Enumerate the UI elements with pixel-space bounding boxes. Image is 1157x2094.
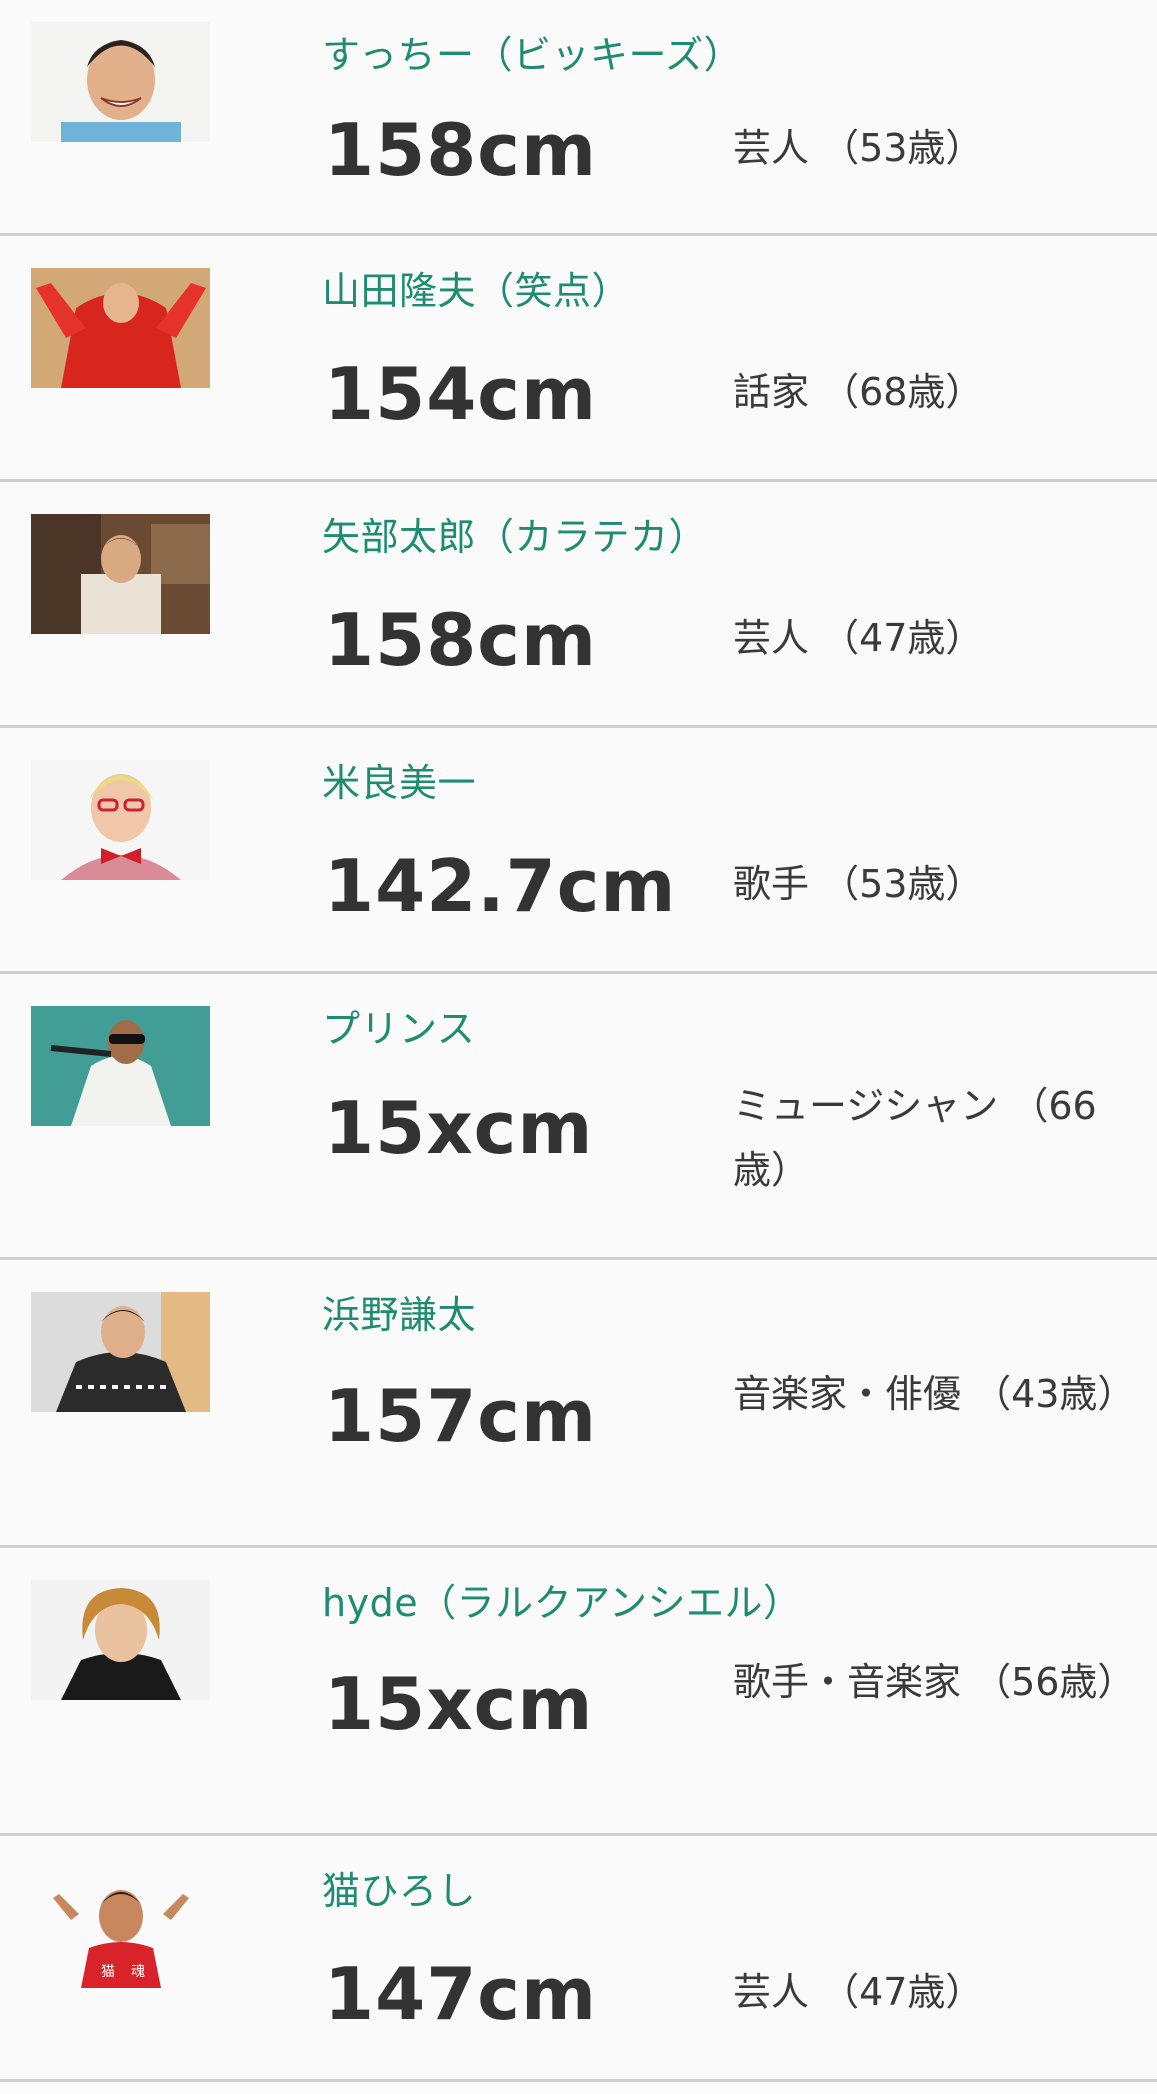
list-item[interactable]: 猫 魂 猫ひろし 147cm 芸人 （47歳） xyxy=(0,1836,1157,2082)
list-item[interactable]: 浜野謙太 157cm 音楽家・俳優 （43歳） xyxy=(0,1260,1157,1548)
occupation-age: 音楽家・俳優 （43歳） xyxy=(733,1372,1136,1416)
height-value: 158cm xyxy=(324,108,597,192)
occupation-age: 歌手 （53歳） xyxy=(733,862,984,906)
thumbnail-image xyxy=(31,1580,210,1700)
list-item[interactable]: hyde（ラルクアンシエル） 15xcm 歌手・音楽家 （56歳） xyxy=(0,1548,1157,1836)
thumbnail-image xyxy=(31,1006,210,1126)
height-value: 154cm xyxy=(324,352,597,436)
thumbnail-image xyxy=(31,760,210,880)
thumbnail-image xyxy=(31,514,210,634)
person-name[interactable]: プリンス xyxy=(322,998,475,1053)
person-name[interactable]: 山田隆夫（笑点） xyxy=(322,260,630,315)
person-name[interactable]: 浜野謙太 xyxy=(322,1284,476,1339)
height-value: 15xcm xyxy=(324,1086,594,1170)
list-item[interactable]: 矢部太郎（カラテカ） 158cm 芸人 （47歳） xyxy=(0,482,1157,728)
person-name[interactable]: 猫ひろし xyxy=(322,1860,476,1915)
list-item[interactable]: 山田隆夫（笑点） 154cm 話家 （68歳） xyxy=(0,236,1157,482)
person-name[interactable]: すっちー（ビッキーズ） xyxy=(322,24,742,79)
svg-text:魂: 魂 xyxy=(131,1964,145,1980)
occupation-age: 芸人 （47歳） xyxy=(733,1970,984,2014)
height-value: 158cm xyxy=(324,598,597,682)
height-value: 15xcm xyxy=(324,1662,594,1746)
thumbnail-image xyxy=(31,22,210,142)
occupation-age: 歌手・音楽家 （56歳） xyxy=(733,1660,1136,1704)
height-value: 142.7cm xyxy=(324,844,677,928)
height-value: 147cm xyxy=(324,1952,597,2036)
list-item[interactable]: 米良美一 142.7cm 歌手 （53歳） xyxy=(0,728,1157,974)
list-item[interactable]: プリンス 15xcm ミュージシャン （66歳） xyxy=(0,974,1157,1260)
svg-text:猫: 猫 xyxy=(101,1964,115,1980)
occupation-age: 芸人 （53歳） xyxy=(733,126,984,170)
thumbnail-image xyxy=(31,268,210,388)
height-value: 157cm xyxy=(324,1374,597,1458)
occupation-age: 芸人 （47歳） xyxy=(733,616,984,660)
occupation-age: ミュージシャン （66歳） xyxy=(733,1084,1097,1192)
person-name[interactable]: 矢部太郎（カラテカ） xyxy=(322,506,707,561)
list-item[interactable]: すっちー（ビッキーズ） 158cm 芸人 （53歳） xyxy=(0,0,1157,236)
thumbnail-image: 猫 魂 xyxy=(31,1868,210,1988)
thumbnail-image xyxy=(31,1292,210,1412)
occupation-age: 話家 （68歳） xyxy=(733,370,984,414)
person-name[interactable]: hyde（ラルクアンシエル） xyxy=(322,1572,802,1627)
celebrity-height-list: すっちー（ビッキーズ） 158cm 芸人 （53歳） 山田隆夫（笑点） 154c… xyxy=(0,0,1157,2094)
person-name[interactable]: 米良美一 xyxy=(322,752,476,807)
